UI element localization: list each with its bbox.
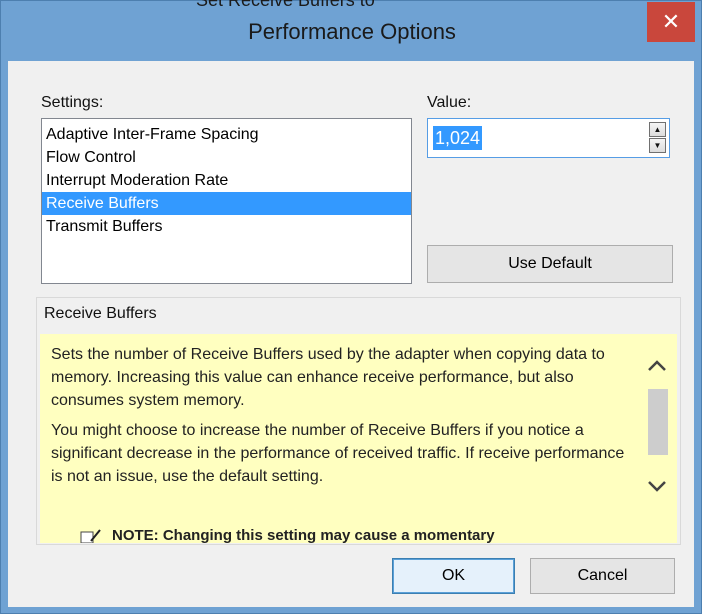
- ok-button[interactable]: OK: [392, 558, 515, 594]
- description-paragraph: Sets the number of Receive Buffers used …: [51, 346, 605, 409]
- dialog-window: Set Receive Buffers to Performance Optio…: [0, 0, 702, 614]
- chevron-down-icon[interactable]: [645, 474, 669, 498]
- settings-label: Settings:: [41, 94, 104, 111]
- spin-up-button[interactable]: ▲: [649, 122, 666, 137]
- note-text: NOTE: Changing this setting may cause a …: [112, 527, 495, 543]
- use-default-button[interactable]: Use Default: [427, 245, 673, 283]
- close-icon: ✕: [661, 9, 681, 34]
- note-line: NOTE: Changing this setting may cause a …: [80, 527, 620, 543]
- dialog-title: Performance Options: [248, 19, 456, 44]
- scrollbar-thumb[interactable]: [648, 389, 668, 455]
- description-header: Receive Buffers: [44, 305, 157, 322]
- cancel-button[interactable]: Cancel: [530, 558, 675, 594]
- settings-listbox[interactable]: Adaptive Inter-Frame Spacing Flow Contro…: [41, 118, 412, 284]
- settings-item-receive-buffers[interactable]: Receive Buffers: [42, 192, 411, 215]
- settings-item-transmit-buffers[interactable]: Transmit Buffers: [42, 215, 411, 238]
- value-spinbox[interactable]: 1,024 ▲ ▼: [427, 118, 670, 158]
- triangle-up-icon: ▲: [653, 125, 662, 134]
- value-label: Value:: [427, 94, 472, 111]
- chevron-up-icon[interactable]: [645, 354, 669, 378]
- settings-item-adaptive-ifs[interactable]: Adaptive Inter-Frame Spacing: [42, 123, 411, 146]
- dialog-client-area: Settings: Adaptive Inter-Frame Spacing F…: [8, 61, 694, 607]
- value-input[interactable]: 1,024: [433, 126, 483, 150]
- description-paragraph: You might choose to increase the number …: [51, 422, 625, 485]
- description-panel: Sets the number of Receive Buffers used …: [40, 334, 677, 543]
- close-button[interactable]: ✕: [647, 2, 695, 42]
- description-group: Receive Buffers Sets the number of Recei…: [36, 297, 681, 545]
- note-pencil-icon: [80, 529, 101, 543]
- clipped-top-text: Set Receive Buffers to: [196, 0, 375, 10]
- spin-down-button[interactable]: ▼: [649, 138, 666, 153]
- description-text: Sets the number of Receive Buffers used …: [51, 343, 626, 495]
- triangle-down-icon: ▼: [653, 141, 662, 150]
- settings-item-interrupt-moderation[interactable]: Interrupt Moderation Rate: [42, 169, 411, 192]
- settings-item-flow-control[interactable]: Flow Control: [42, 146, 411, 169]
- description-scrollbar[interactable]: [637, 334, 677, 543]
